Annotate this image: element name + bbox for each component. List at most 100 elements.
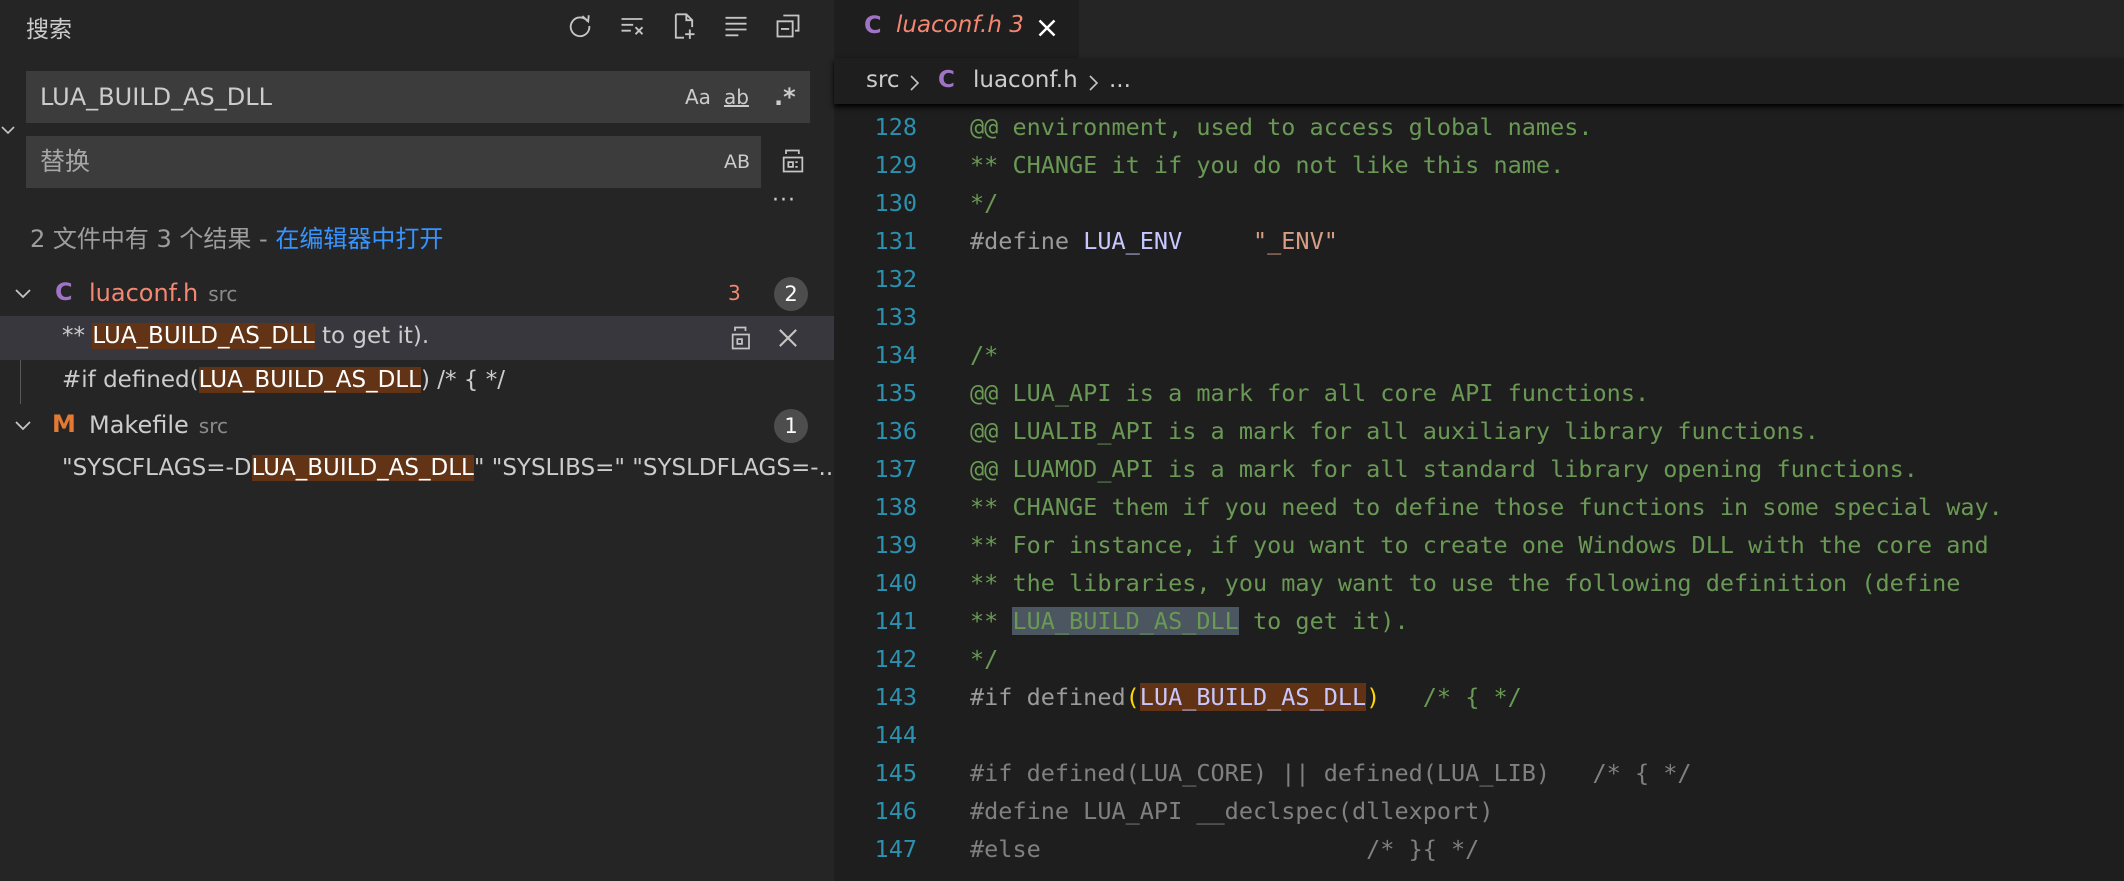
breadcrumb-folder[interactable]: src <box>866 67 900 93</box>
line-text: @@ environment, used to access global na… <box>970 113 1593 141</box>
match-after: " "SYSLIBS=" "SYSLDFLAGS=-... <box>473 455 841 481</box>
code-line: 142 */ <box>834 640 2124 678</box>
chevron-right-icon <box>910 75 920 91</box>
code-line: 140 ** the libraries, you may want to use… <box>834 564 2124 602</box>
search-sidebar: 搜索 LUA_BUILD_AS_DLL Aa ab .* 替换 AB ··· 2… <box>0 0 840 881</box>
new-search-editor-icon[interactable] <box>666 8 702 44</box>
line-number: 142 <box>874 645 917 673</box>
file-dir: src <box>208 282 238 306</box>
match-text: #if defined(LUA_BUILD_AS_DLL) /* { */ <box>62 367 505 393</box>
match-count-badge: 1 <box>774 409 808 443</box>
open-in-editor-link[interactable]: 在编辑器中打开 <box>275 225 443 253</box>
code-line: 132 <box>834 260 2124 298</box>
line-text: */ <box>970 189 999 217</box>
refresh-icon[interactable] <box>562 8 598 44</box>
whole-word-icon[interactable]: ab <box>724 71 749 123</box>
match-highlight: LUA_BUILD_AS_DLL <box>92 323 315 349</box>
code-line: 129 ** CHANGE it if you do not like this … <box>834 146 2124 184</box>
code-line: 133 <box>834 298 2124 336</box>
line-text: #define LUA_API __declspec(dllexport) <box>970 797 1494 825</box>
line-number: 145 <box>874 759 917 787</box>
match-case-icon[interactable]: Aa <box>685 71 711 123</box>
file-name-text: luaconf.h <box>89 279 199 307</box>
file-name: Makefile src <box>89 411 228 439</box>
code-line: 128 @@ environment, used to access global… <box>834 108 2124 146</box>
code-line: 130 */ <box>834 184 2124 222</box>
preserve-case-icon[interactable]: AB <box>724 136 750 188</box>
line-number: 137 <box>874 455 917 483</box>
line-text: @@ LUALIB_API is a mark for all auxiliar… <box>970 417 1819 445</box>
tab-bar: C luaconf.h 3 <box>834 0 2124 58</box>
code-line: 134 /* <box>834 336 2124 374</box>
tab-luaconf[interactable]: C luaconf.h 3 <box>834 0 1079 58</box>
line-text: #if defined(LUA_BUILD_AS_DLL) /* { */ <box>970 678 1522 716</box>
line-number: 147 <box>874 835 917 863</box>
code-line: 135 @@ LUA_API is a mark for all core API… <box>834 374 2124 412</box>
clear-results-icon[interactable] <box>614 8 650 44</box>
line-number: 128 <box>874 113 917 141</box>
match-count-badge: 2 <box>774 277 808 311</box>
match-after: to get it). <box>314 323 430 349</box>
code-line: 131 #define LUA_ENV "_ENV" <box>834 222 2124 260</box>
dismiss-icon[interactable] <box>770 320 806 356</box>
match-after: ) /* { */ <box>420 367 505 393</box>
line-number: 143 <box>874 683 917 711</box>
makefile-icon: M <box>52 410 76 438</box>
results-summary: 2 文件中有 3 个结果 - 在编辑器中打开 <box>30 219 443 254</box>
token-keyword: #if defined <box>970 683 1126 711</box>
match-before: #if defined( <box>62 367 199 393</box>
replace-all-icon[interactable] <box>775 143 811 179</box>
token-keyword: #define <box>970 227 1084 255</box>
line-text: #else /* }{ */ <box>970 835 1480 863</box>
sidebar-title: 搜索 <box>26 17 72 43</box>
search-input[interactable]: LUA_BUILD_AS_DLL Aa ab .* <box>26 71 810 123</box>
breadcrumb-more[interactable]: ... <box>1109 67 1131 93</box>
breadcrumb-file[interactable]: luaconf.h <box>973 67 1078 93</box>
view-as-tree-icon[interactable] <box>718 8 754 44</box>
line-number: 136 <box>874 417 917 445</box>
toggle-replace-icon[interactable] <box>0 122 18 140</box>
close-icon[interactable] <box>1032 13 1062 43</box>
match-row[interactable]: "SYSCFLAGS=-DLUA_BUILD_AS_DLL" "SYSLIBS=… <box>0 448 840 492</box>
replace-input[interactable]: 替换 AB <box>26 136 761 188</box>
file-row-makefile[interactable]: M Makefile src 1 <box>0 404 834 448</box>
problem-count: 3 <box>728 281 741 305</box>
file-name: luaconf.h src <box>89 279 237 307</box>
token-comment: /* { */ <box>1380 683 1522 711</box>
line-number: 140 <box>874 569 917 597</box>
chevron-right-icon <box>1089 75 1099 91</box>
line-number: 144 <box>874 721 917 749</box>
line-text: @@ LUA_API is a mark for all core API fu… <box>970 379 1650 407</box>
match-row[interactable]: #if defined(LUA_BUILD_AS_DLL) /* { */ <box>0 360 834 404</box>
line-text: #define LUA_ENV "_ENV" <box>970 222 1338 260</box>
code-line: 145 #if defined(LUA_CORE) || defined(LUA_… <box>834 754 2124 792</box>
line-number: 133 <box>874 303 917 331</box>
match-row[interactable]: ** LUA_BUILD_AS_DLL to get it). <box>0 316 834 360</box>
regex-icon[interactable]: .* <box>774 71 796 123</box>
code-line: 144 <box>834 716 2124 754</box>
code-line: 146 #define LUA_API __declspec(dllexport) <box>834 792 2124 830</box>
chevron-down-icon[interactable] <box>12 283 34 305</box>
token-string: "_ENV" <box>1252 227 1338 255</box>
code-line: 141 ** LUA_BUILD_AS_DLL to get it). <box>834 602 2124 640</box>
code-line: 138 ** CHANGE them if you need to define … <box>834 488 2124 526</box>
match-text: "SYSCFLAGS=-DLUA_BUILD_AS_DLL" "SYSLIBS=… <box>62 455 840 481</box>
line-number: 132 <box>874 265 917 293</box>
more-options-icon[interactable]: ··· <box>772 188 796 213</box>
replace-icon[interactable] <box>724 320 760 356</box>
match-highlight: LUA_BUILD_AS_DLL <box>198 367 421 393</box>
c-file-icon: C <box>938 67 955 93</box>
collapse-all-icon[interactable] <box>770 8 806 44</box>
code-line: 137 @@ LUAMOD_API is a mark for all stand… <box>834 450 2124 488</box>
token-comment: ** <box>970 607 1013 635</box>
token-comment: to get it). <box>1238 607 1409 635</box>
line-number: 146 <box>874 797 917 825</box>
tab-label: luaconf.h 3 <box>896 12 1024 38</box>
code-line: 147 #else /* }{ */ <box>834 830 2124 868</box>
chevron-down-icon[interactable] <box>12 415 34 437</box>
line-text: ** the libraries, you may want to use th… <box>970 569 1961 597</box>
line-number: 131 <box>874 227 917 255</box>
line-text: ** CHANGE them if you need to define tho… <box>970 493 2003 521</box>
file-row-luaconf[interactable]: C luaconf.h src 3 2 <box>0 272 834 316</box>
line-text: @@ LUAMOD_API is a mark for all standard… <box>970 455 1918 483</box>
